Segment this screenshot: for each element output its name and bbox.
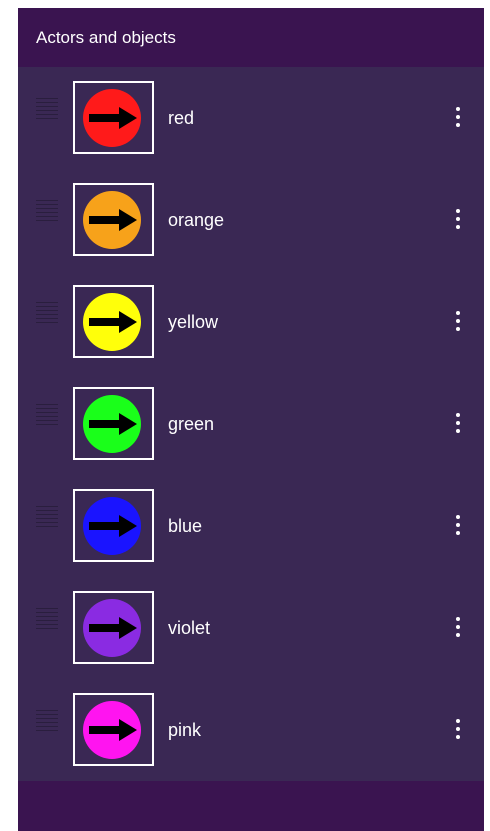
actor-thumbnail[interactable]: [73, 693, 154, 766]
actor-row-pink[interactable]: pink: [18, 679, 484, 781]
actor-thumbnail[interactable]: [73, 183, 154, 256]
actor-name: yellow: [168, 312, 219, 332]
actor-name: violet: [168, 618, 211, 638]
drag-handle-icon[interactable]: [36, 200, 58, 222]
actor-row-red[interactable]: red: [18, 67, 484, 169]
actor-name: red: [168, 108, 195, 128]
more-vert-icon[interactable]: [448, 103, 468, 131]
drag-handle-icon[interactable]: [36, 98, 58, 120]
actor-thumbnail[interactable]: [73, 81, 154, 154]
drag-handle-icon[interactable]: [36, 710, 58, 732]
actor-thumbnail[interactable]: [73, 387, 154, 460]
more-vert-icon[interactable]: [448, 205, 468, 233]
actor-list: red orange yellow green blue violet pink: [18, 67, 484, 781]
app-bar: Actors and objects: [18, 8, 484, 67]
more-vert-icon[interactable]: [448, 409, 468, 437]
actor-name: orange: [168, 210, 225, 230]
actor-thumbnail[interactable]: [73, 591, 154, 664]
app-screen: Actors and objects red orange yellow green b…: [18, 8, 484, 831]
more-vert-icon[interactable]: [448, 715, 468, 743]
drag-handle-icon[interactable]: [36, 506, 58, 528]
actor-row-green[interactable]: green: [18, 373, 484, 475]
actor-name: blue: [168, 516, 203, 536]
drag-handle-icon[interactable]: [36, 608, 58, 630]
actor-row-yellow[interactable]: yellow: [18, 271, 484, 373]
drag-handle-icon[interactable]: [36, 404, 58, 426]
more-vert-icon[interactable]: [448, 307, 468, 335]
actor-name: green: [168, 414, 215, 434]
actor-row-blue[interactable]: blue: [18, 475, 484, 577]
actor-thumbnail[interactable]: [73, 285, 154, 358]
bottom-bar: [18, 781, 484, 831]
actor-row-orange[interactable]: orange: [18, 169, 484, 271]
actor-thumbnail[interactable]: [73, 489, 154, 562]
drag-handle-icon[interactable]: [36, 302, 58, 324]
more-vert-icon[interactable]: [448, 613, 468, 641]
actor-name: pink: [168, 720, 202, 740]
more-vert-icon[interactable]: [448, 511, 468, 539]
actor-row-violet[interactable]: violet: [18, 577, 484, 679]
page-title: Actors and objects: [36, 28, 176, 47]
